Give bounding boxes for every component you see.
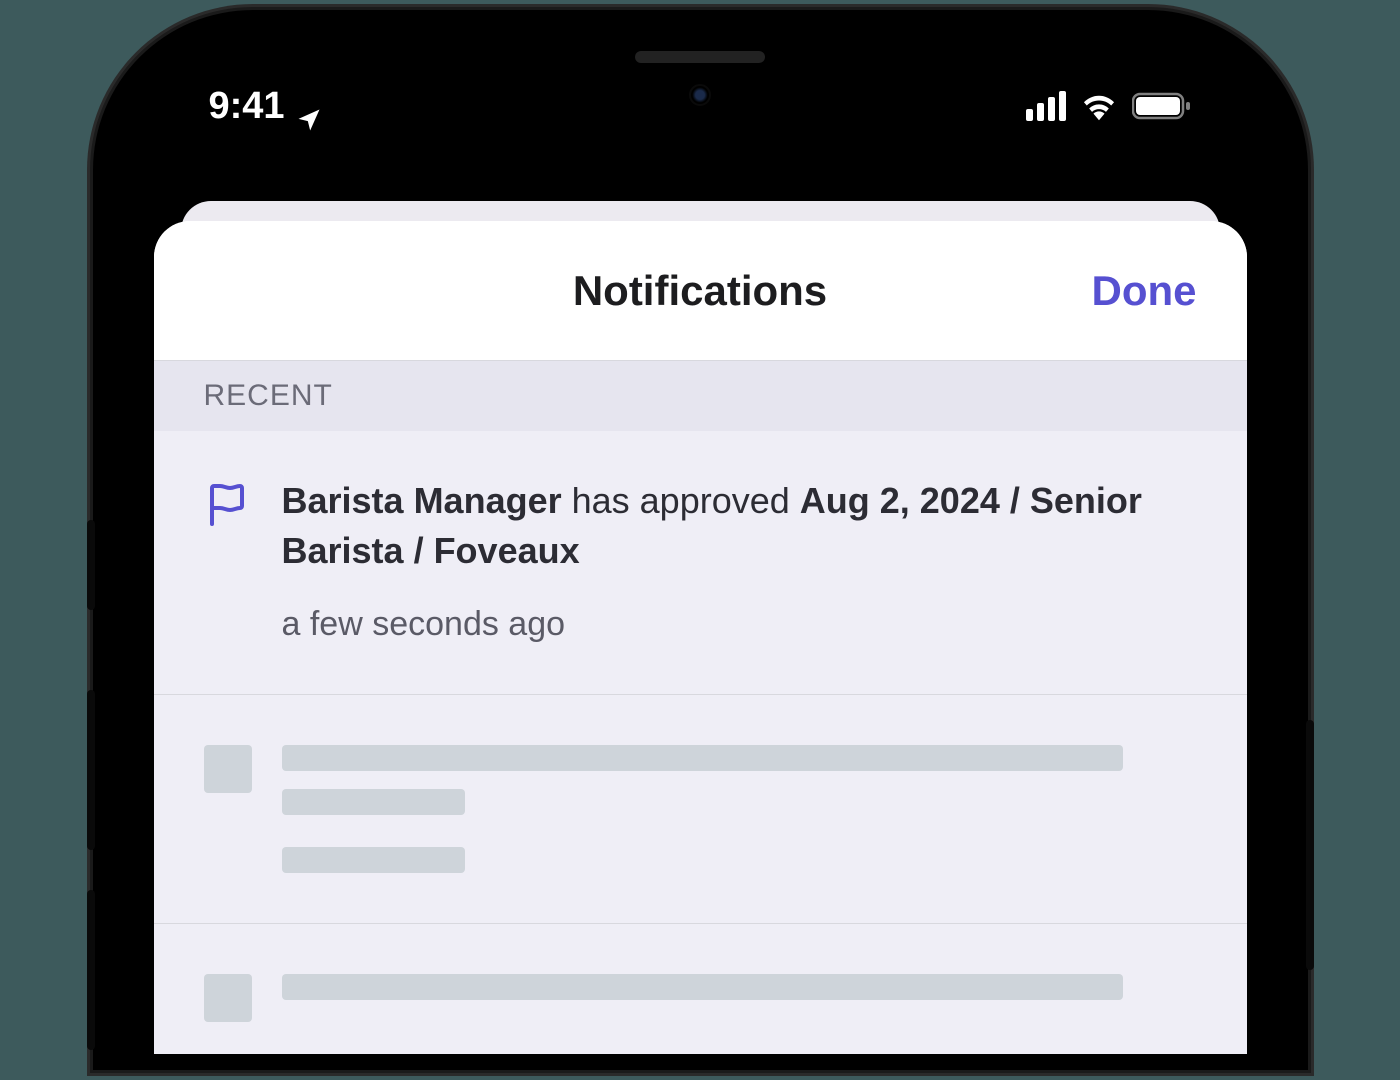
skeleton-line: [282, 974, 1124, 1000]
section-header-recent: RECENT: [154, 361, 1247, 431]
skeleton-lines: [282, 974, 1197, 1022]
skeleton-line: [282, 789, 465, 815]
wifi-icon: [1080, 91, 1118, 121]
status-time: 9:41: [209, 85, 285, 128]
volume-down-button: [87, 890, 95, 1050]
notifications-list[interactable]: Barista Manager has approved Aug 2, 2024…: [154, 431, 1247, 1054]
done-button[interactable]: Done: [1092, 267, 1197, 315]
skeleton-line: [282, 745, 1124, 771]
phone-screen: 9:41: [109, 26, 1292, 1054]
skeleton-icon: [204, 745, 252, 793]
mute-switch: [87, 520, 95, 610]
notification-skeleton: [154, 695, 1247, 924]
phone-notch: [490, 26, 910, 96]
cellular-icon: [1026, 91, 1066, 121]
modal-title: Notifications: [573, 267, 827, 315]
notification-timestamp: a few seconds ago: [282, 605, 1197, 644]
phone-camera: [689, 84, 711, 106]
skeleton-lines: [282, 745, 1197, 873]
status-right: [1026, 81, 1192, 121]
modal-header: Notifications Done: [154, 221, 1247, 361]
power-button: [1306, 720, 1314, 970]
notification-skeleton: [154, 924, 1247, 1054]
notification-actor: Barista Manager: [282, 480, 562, 521]
notification-content: Barista Manager has approved Aug 2, 2024…: [282, 476, 1197, 644]
notification-text: Barista Manager has approved Aug 2, 2024…: [282, 476, 1197, 577]
phone-frame: 9:41: [93, 10, 1308, 1070]
skeleton-line: [282, 847, 465, 873]
skeleton-icon: [204, 974, 252, 1022]
volume-up-button: [87, 690, 95, 850]
notification-item[interactable]: Barista Manager has approved Aug 2, 2024…: [154, 431, 1247, 695]
flag-icon: [204, 480, 252, 528]
battery-icon: [1132, 92, 1192, 120]
status-left: 9:41: [209, 75, 295, 128]
notifications-modal: Notifications Done RECENT Barista Manage…: [154, 221, 1247, 1054]
phone-speaker: [635, 51, 765, 63]
notification-action: has approved: [562, 480, 800, 521]
